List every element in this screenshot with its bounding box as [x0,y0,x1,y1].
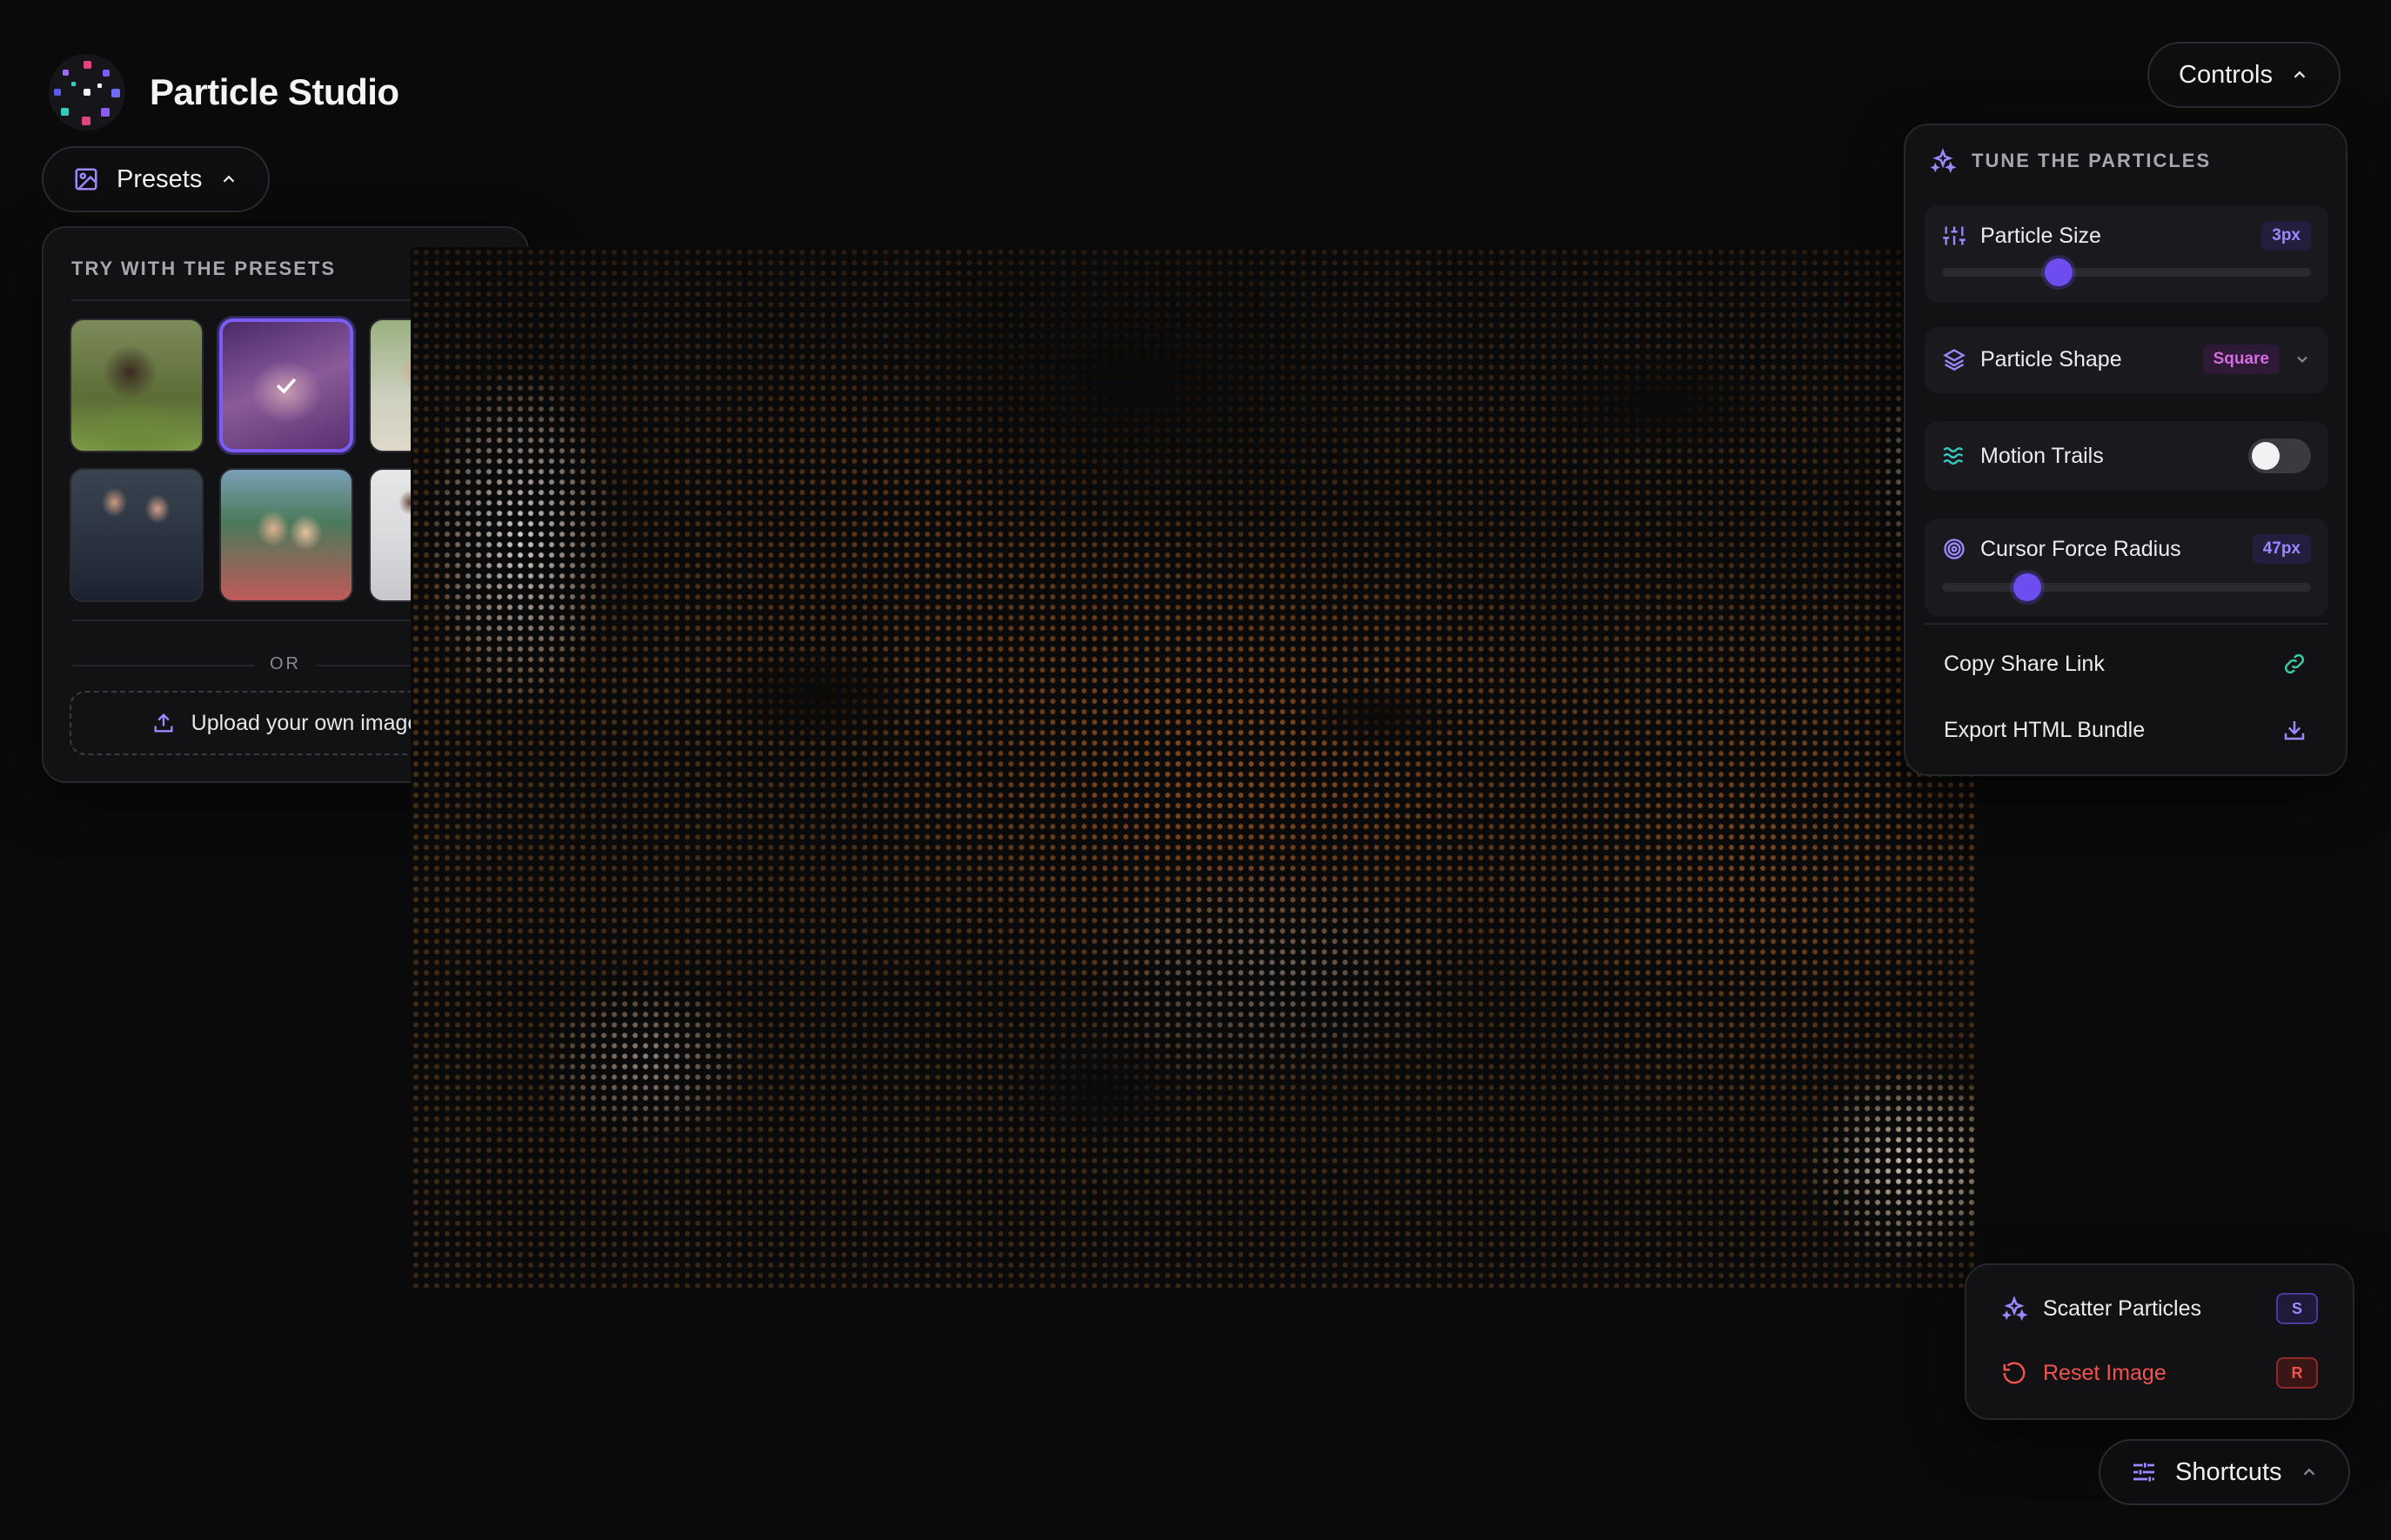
shortcuts-toggle-label: Shortcuts [2175,1457,2282,1486]
copy-share-link-label: Copy Share Link [1944,651,2105,676]
sparkles-icon [2001,1296,2027,1322]
layers-icon [1943,349,1966,372]
waves-icon [1943,447,1964,465]
particle-shape-value: Square [2202,345,2280,374]
scatter-shortcut-key: S [2276,1293,2318,1324]
cursor-force-radius-value: 47px [2252,534,2311,564]
cursor-force-radius-slider[interactable] [1942,573,2311,601]
divider [1925,623,2328,625]
preset-thumbnail-selfie[interactable] [219,468,353,602]
controls-section-title: TUNE THE PARTICLES [1972,150,2212,171]
particle-canvas[interactable] [411,247,1975,1288]
preset-thumbnail-business-couple[interactable] [70,468,204,602]
motion-trails-control: Motion Trails [1925,421,2328,491]
reset-image-button[interactable]: Reset Image R [2001,1357,2318,1389]
particle-shape-control[interactable]: Particle Shape Square [1925,327,2328,393]
particle-size-control: Particle Size 3px [1925,205,2328,303]
export-html-bundle-label: Export HTML Bundle [1944,717,2146,742]
particle-size-label: Particle Size [1980,223,2101,248]
preset-thumbnail-fox[interactable] [219,318,353,452]
export-html-bundle-button[interactable]: Export HTML Bundle [1944,717,2307,743]
cursor-force-radius-label: Cursor Force Radius [1980,536,2181,561]
upload-icon [154,713,173,733]
chevron-up-icon [224,175,235,183]
controls-panel: TUNE THE PARTICLES Particle Size 3px Par… [1904,124,2347,776]
cursor-force-radius-slider-handle[interactable] [2013,573,2042,601]
sliders-icon [1943,226,1966,245]
particle-logo-icon [49,54,125,131]
app-title: Particle Studio [150,71,399,112]
link-icon [2284,653,2305,674]
copy-share-link-button[interactable]: Copy Share Link [1944,651,2307,677]
presets-section-title: TRY WITH THE PRESETS [71,258,337,279]
shortcuts-toggle-button[interactable]: Shortcuts [2099,1439,2350,1505]
chevron-up-icon [2294,70,2306,78]
reset-shortcut-key: R [2276,1357,2318,1389]
brand: Particle Studio [45,50,399,134]
particle-size-value: 3px [2261,221,2311,251]
cursor-force-radius-control: Cursor Force Radius 47px [1925,519,2328,616]
chevron-up-icon [2303,1468,2314,1476]
sparkles-icon [1930,148,1956,174]
sliders-horizontal-icon [2133,1463,2154,1482]
download-icon [2284,721,2305,740]
presets-toggle-label: Presets [117,164,203,193]
scatter-particles-label: Scatter Particles [2043,1296,2202,1321]
particle-size-slider-handle[interactable] [2044,258,2073,286]
controls-toggle-button[interactable]: Controls [2147,42,2341,108]
controls-header: TUNE THE PARTICLES [1930,148,2211,174]
controls-toggle-label: Controls [2179,60,2273,89]
scatter-particles-button[interactable]: Scatter Particles S [2001,1293,2318,1324]
upload-label: Upload your own image [191,710,420,735]
particle-size-slider[interactable] [1942,258,2311,286]
chevron-down-icon [2297,356,2307,363]
target-icon [1944,539,1965,559]
motion-trails-label: Motion Trails [1980,443,2104,468]
preset-thumbnail-bear[interactable] [70,318,204,452]
reset-image-label: Reset Image [2043,1360,2167,1385]
shortcuts-panel: Scatter Particles S Reset Image R [1965,1263,2354,1420]
check-icon [276,378,297,394]
image-icon [75,168,97,191]
reset-icon [2003,1362,2026,1384]
motion-trails-toggle[interactable] [2248,439,2311,473]
particle-shape-label: Particle Shape [1980,346,2122,372]
presets-toggle-button[interactable]: Presets [42,146,271,212]
